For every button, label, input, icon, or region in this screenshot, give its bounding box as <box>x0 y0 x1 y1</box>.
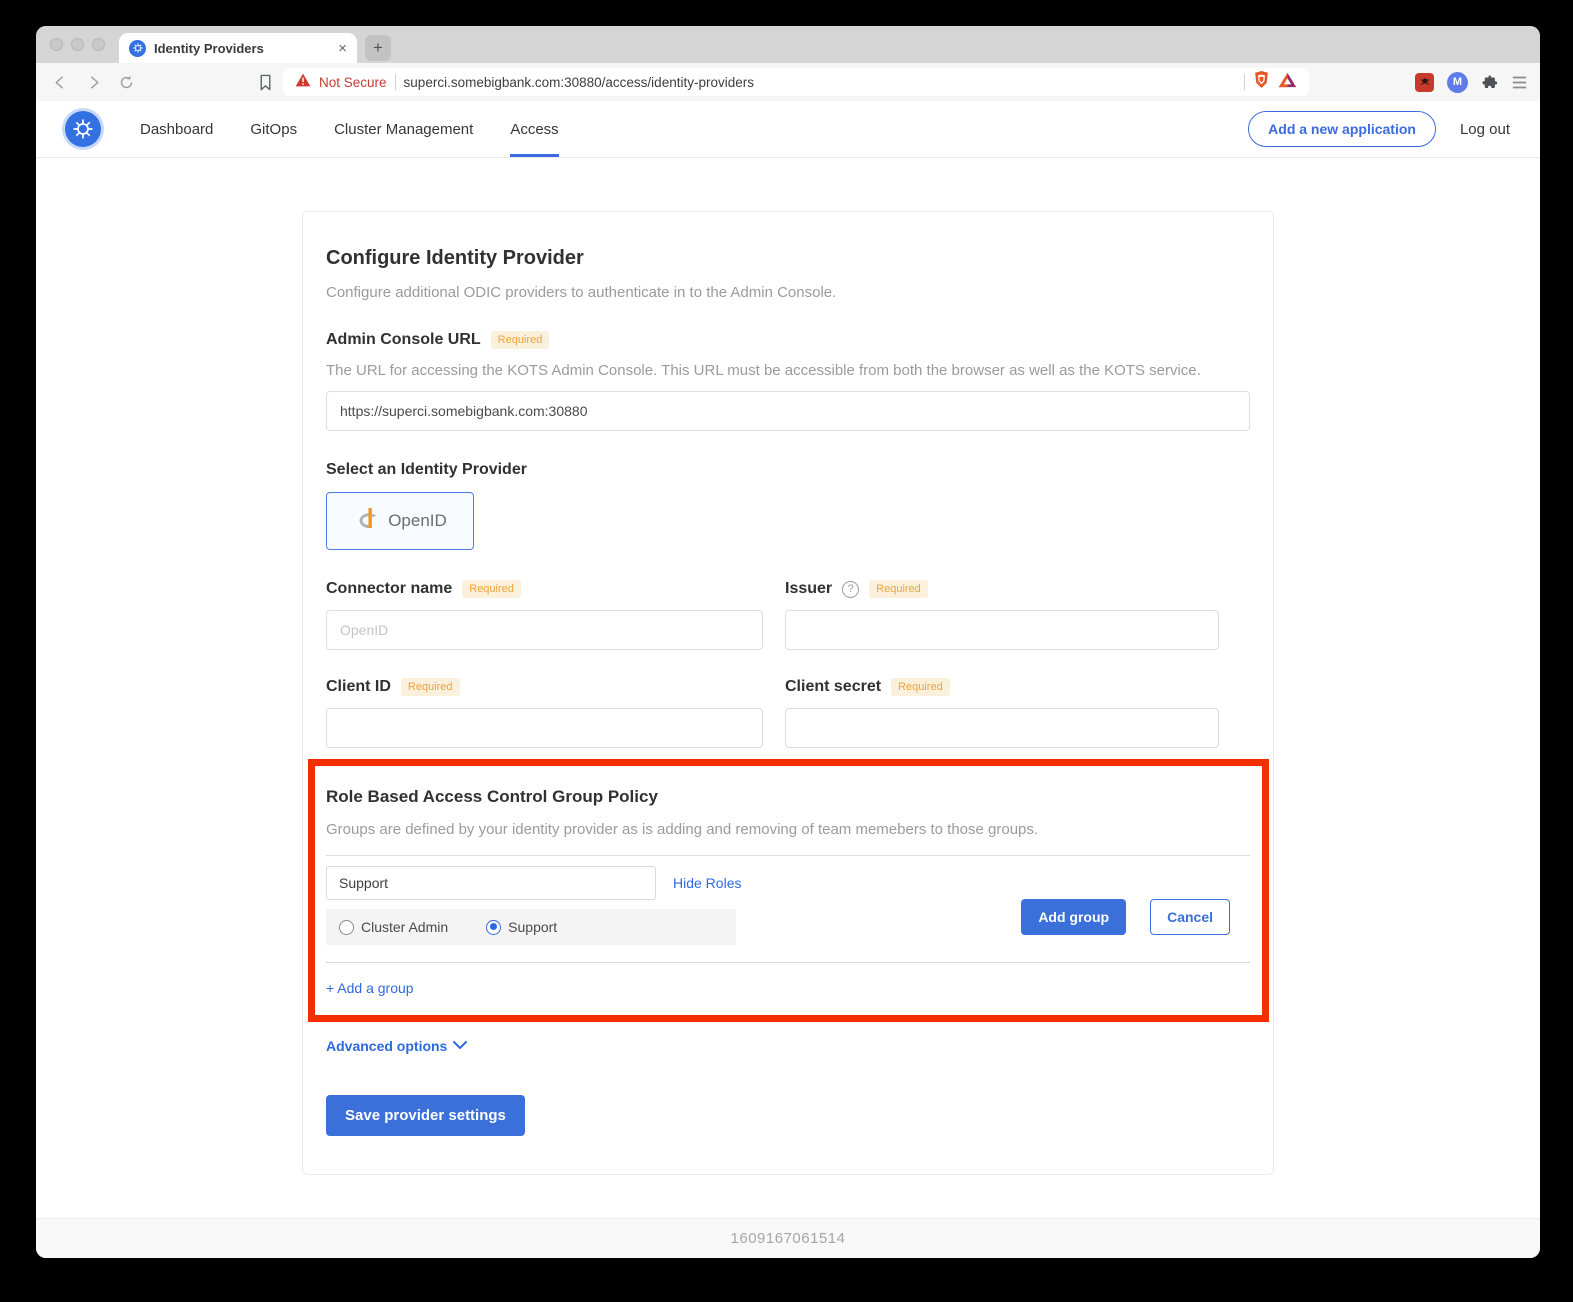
hide-roles-link[interactable]: Hide Roles <box>673 875 741 891</box>
client-credentials-row: Client ID Required Client secret Require… <box>326 678 1250 748</box>
nav-item-gitops[interactable]: GitOps <box>250 101 297 157</box>
annotation-highlight-box: Role Based Access Control Group Policy G… <box>308 759 1269 1022</box>
required-badge: Required <box>401 678 460 696</box>
app-nav-links: Dashboard GitOps Cluster Management Acce… <box>140 101 559 157</box>
minimize-window-button[interactable] <box>71 38 84 51</box>
page-title: Configure Identity Provider <box>326 247 1250 270</box>
not-secure-label: Not Secure <box>319 75 387 90</box>
role-label: Support <box>508 919 557 935</box>
radio-unselected-icon[interactable] <box>339 920 354 935</box>
openid-provider-tile[interactable]: OpenID <box>326 492 474 550</box>
admin-console-url-input[interactable] <box>326 391 1250 431</box>
required-badge: Required <box>869 580 928 598</box>
admin-console-url-label: Admin Console URL <box>326 331 481 349</box>
browser-window: Identity Providers × + Not Secure superc… <box>36 26 1540 1258</box>
client-secret-field: Client secret Required <box>785 678 1219 748</box>
url-text: superci.somebigbank.com:30880/access/ide… <box>404 75 1236 90</box>
url-separator <box>395 74 396 90</box>
nav-item-cluster-management[interactable]: Cluster Management <box>334 101 473 157</box>
logout-link[interactable]: Log out <box>1460 121 1510 138</box>
required-badge: Required <box>891 678 950 696</box>
extension-icon[interactable] <box>1415 73 1434 92</box>
browser-toolbar: Not Secure superci.somebigbank.com:30880… <box>36 63 1540 101</box>
radio-selected-icon[interactable] <box>486 920 501 935</box>
close-window-button[interactable] <box>50 38 63 51</box>
forward-icon[interactable] <box>81 70 105 94</box>
select-provider-label: Select an Identity Provider <box>326 461 1250 479</box>
window-controls <box>36 26 119 63</box>
tab-close-icon[interactable]: × <box>338 40 347 57</box>
tab-strip: Identity Providers × + <box>36 26 1540 63</box>
nav-item-dashboard[interactable]: Dashboard <box>140 101 213 157</box>
role-option-support[interactable]: Support <box>486 919 557 935</box>
brave-shield-icon[interactable] <box>1253 70 1270 94</box>
roles-radio-bar: Cluster Admin Support <box>326 909 736 945</box>
connector-name-label: Connector name <box>326 580 452 598</box>
new-tab-button[interactable]: + <box>365 35 391 61</box>
page-subtitle: Configure additional ODIC providers to a… <box>326 284 1250 301</box>
warning-triangle-icon <box>295 73 311 92</box>
rbac-subtitle: Groups are defined by your identity prov… <box>326 821 1250 838</box>
role-option-cluster-admin[interactable]: Cluster Admin <box>339 919 448 935</box>
browser-tab[interactable]: Identity Providers × <box>119 33 357 63</box>
add-a-group-link[interactable]: + Add a group <box>326 980 414 996</box>
group-editor: Hide Roles Cluster Admin Support <box>326 866 1250 945</box>
rbac-title: Role Based Access Control Group Policy <box>326 787 1250 807</box>
zoom-window-button[interactable] <box>92 38 105 51</box>
connector-name-input[interactable] <box>326 610 763 650</box>
main-content: Configure Identity Provider Configure ad… <box>36 158 1540 1218</box>
issuer-field: Issuer ? Required <box>785 580 1219 650</box>
client-secret-label: Client secret <box>785 678 881 696</box>
client-id-label: Client ID <box>326 678 391 696</box>
group-editor-left: Hide Roles Cluster Admin Support <box>326 866 741 945</box>
tab-title: Identity Providers <box>154 41 330 56</box>
menu-icon[interactable] <box>1511 75 1528 90</box>
url-separator-right <box>1244 74 1245 90</box>
cancel-button[interactable]: Cancel <box>1150 899 1230 935</box>
client-id-input[interactable] <box>326 708 763 748</box>
chevron-down-icon <box>453 1037 467 1055</box>
openid-label: OpenID <box>388 511 447 531</box>
bookmark-icon[interactable] <box>253 70 277 94</box>
identity-provider-section: Select an Identity Provider OpenID <box>326 461 1250 550</box>
profile-avatar[interactable]: M <box>1447 72 1468 93</box>
connector-name-field: Connector name Required <box>326 580 763 650</box>
advanced-options-toggle[interactable]: Advanced options <box>326 1037 1250 1055</box>
app-header: Dashboard GitOps Cluster Management Acce… <box>36 101 1540 158</box>
issuer-input[interactable] <box>785 610 1219 650</box>
reload-icon[interactable] <box>114 70 138 94</box>
extensions-puzzle-icon[interactable] <box>1481 73 1499 91</box>
help-icon[interactable]: ? <box>842 581 859 598</box>
back-icon[interactable] <box>48 70 72 94</box>
group-name-input[interactable] <box>326 866 656 900</box>
issuer-label: Issuer <box>785 580 832 598</box>
client-id-field: Client ID Required <box>326 678 763 748</box>
advanced-options-label[interactable]: Advanced options <box>326 1038 447 1054</box>
add-group-button[interactable]: Add group <box>1021 899 1126 935</box>
required-badge: Required <box>462 580 521 598</box>
url-bar[interactable]: Not Secure superci.somebigbank.com:30880… <box>283 68 1309 96</box>
identity-provider-card: Configure Identity Provider Configure ad… <box>302 211 1274 1175</box>
client-secret-input[interactable] <box>785 708 1219 748</box>
app-header-right: Add a new application Log out <box>1248 101 1510 157</box>
required-badge: Required <box>491 331 550 349</box>
brave-rewards-triangle-icon[interactable] <box>1278 72 1297 93</box>
footer-timestamp: 1609167061514 <box>36 1218 1540 1258</box>
nav-item-access[interactable]: Access <box>510 101 558 157</box>
role-label: Cluster Admin <box>361 919 448 935</box>
rbac-divider-bottom <box>326 962 1250 963</box>
admin-console-url-help: The URL for accessing the KOTS Admin Con… <box>326 362 1250 379</box>
connector-issuer-row: Connector name Required Issuer ? Require… <box>326 580 1250 650</box>
add-new-application-button[interactable]: Add a new application <box>1248 111 1436 147</box>
kubernetes-logo-icon <box>65 111 101 147</box>
admin-console-url-section: Admin Console URL Required The URL for a… <box>326 331 1250 431</box>
kubernetes-favicon-icon <box>129 40 146 57</box>
openid-logo-icon <box>353 507 381 536</box>
save-provider-settings-button[interactable]: Save provider settings <box>326 1095 525 1136</box>
group-editor-actions: Add group Cancel <box>1021 866 1250 945</box>
rbac-divider-top <box>326 855 1250 856</box>
